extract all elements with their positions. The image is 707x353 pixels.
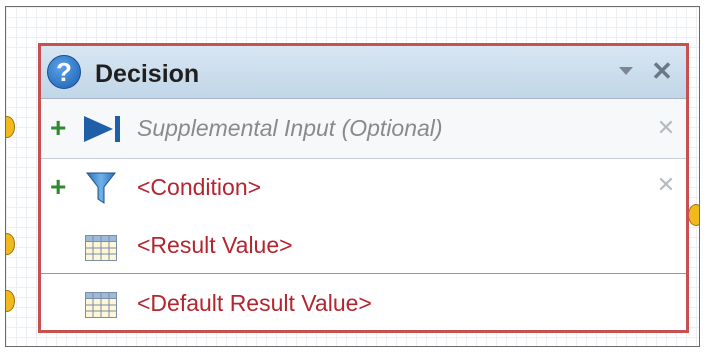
help-icon[interactable]: ? xyxy=(47,55,81,89)
result-value-row[interactable]: <Result Value> xyxy=(41,216,686,274)
supplemental-input-label[interactable]: Supplemental Input (Optional) xyxy=(137,115,443,142)
funnel-icon xyxy=(86,172,116,204)
table-icon xyxy=(85,292,117,318)
condition-label[interactable]: <Condition> xyxy=(137,174,261,201)
remove-icon[interactable]: ✕ xyxy=(655,174,677,196)
add-icon[interactable]: + xyxy=(50,173,70,201)
node-header[interactable]: ? Decision ✕ xyxy=(41,46,686,99)
decision-node[interactable]: ? Decision ✕ + Supplemental Input (Optio… xyxy=(38,43,689,333)
default-result-value-label[interactable]: <Default Result Value> xyxy=(137,290,372,317)
default-result-value-row[interactable]: <Default Result Value> xyxy=(41,274,686,330)
input-port[interactable] xyxy=(6,116,15,138)
diagram-canvas[interactable]: ? Decision ✕ + Supplemental Input (Optio… xyxy=(5,6,700,347)
condition-row[interactable]: + <Condition> ✕ xyxy=(41,159,686,216)
input-port[interactable] xyxy=(6,233,15,255)
result-value-label[interactable]: <Result Value> xyxy=(137,232,293,259)
dropdown-arrow-icon[interactable] xyxy=(617,62,635,80)
output-port[interactable] xyxy=(688,204,699,226)
input-port[interactable] xyxy=(6,290,15,312)
skip-forward-icon xyxy=(84,116,120,142)
remove-icon[interactable]: ✕ xyxy=(655,117,677,139)
close-icon[interactable]: ✕ xyxy=(650,58,674,84)
table-icon xyxy=(85,235,117,261)
add-icon[interactable]: + xyxy=(50,114,70,142)
supplemental-input-row[interactable]: + Supplemental Input (Optional) ✕ xyxy=(41,99,686,159)
node-title: Decision xyxy=(95,60,200,88)
